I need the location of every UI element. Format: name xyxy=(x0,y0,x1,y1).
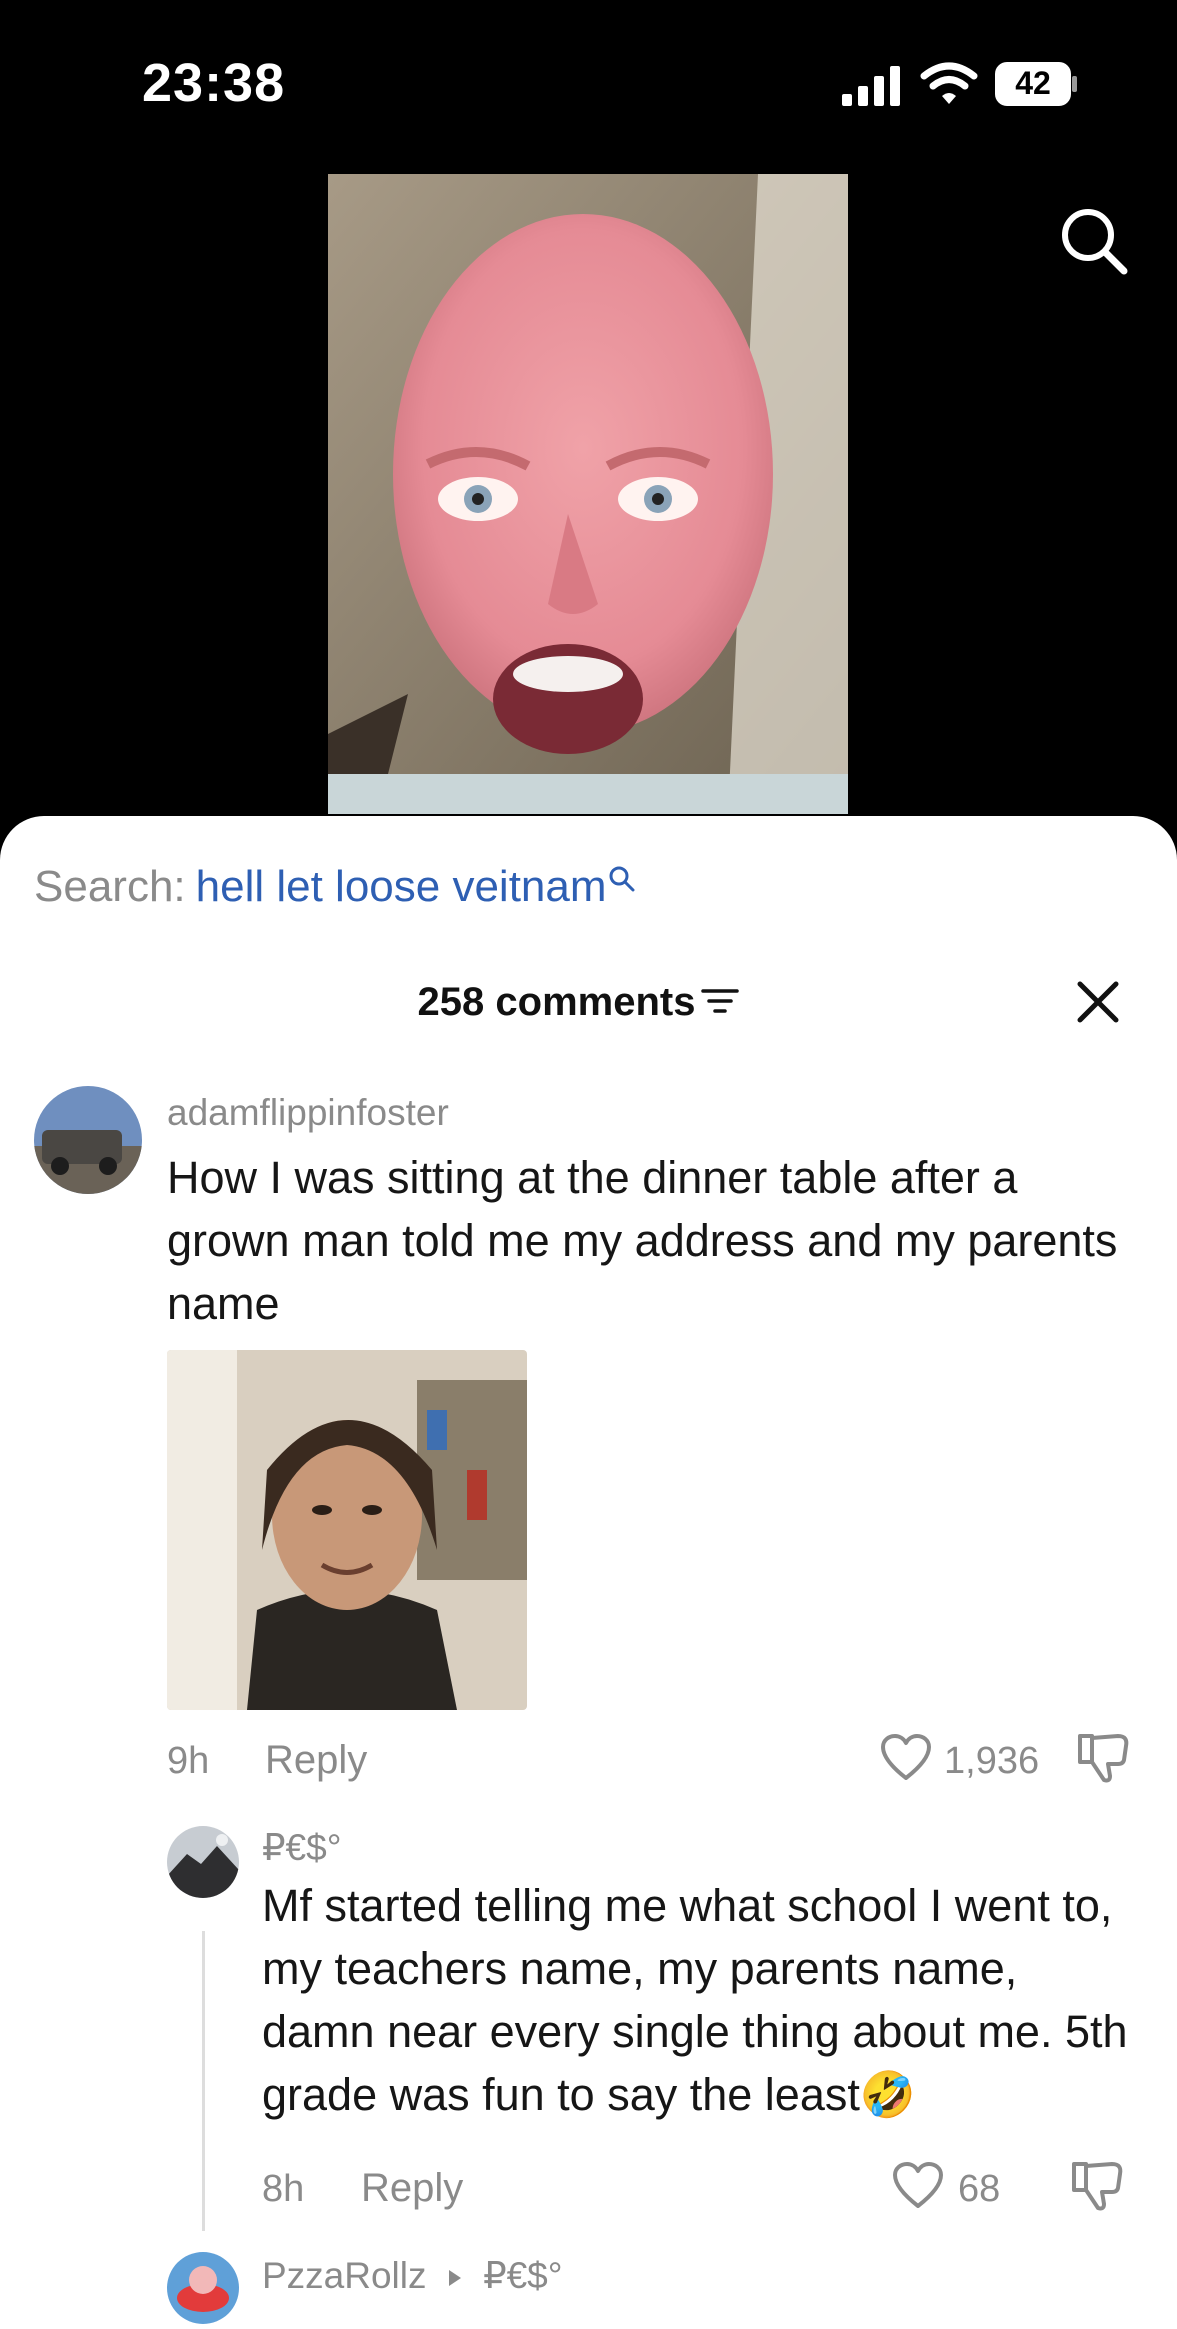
caret-right-icon xyxy=(448,2270,461,2287)
reply-target[interactable]: ₽€$° xyxy=(483,2255,563,2296)
search-icon[interactable] xyxy=(1058,205,1130,277)
comment-username[interactable]: adamflippinfoster xyxy=(167,1092,449,1134)
status-time: 23:38 xyxy=(142,53,286,113)
dislike-icon[interactable] xyxy=(1070,2158,1128,2212)
reply-button[interactable]: Reply xyxy=(265,1738,367,1783)
battery-level: 42 xyxy=(1015,65,1051,101)
heart-icon[interactable] xyxy=(880,1734,932,1782)
avatar[interactable] xyxy=(167,2252,239,2324)
battery-icon: 42 xyxy=(995,62,1079,106)
heart-icon[interactable] xyxy=(892,2162,944,2210)
comment-text: Mf started telling me what school I went… xyxy=(262,1880,1128,2120)
wifi-icon xyxy=(920,62,978,104)
comment-username[interactable]: PzzaRollz ₽€$° xyxy=(262,2254,563,2297)
like-count: 68 xyxy=(958,2168,1001,2210)
search-label: Search: xyxy=(34,862,186,911)
reply-author[interactable]: PzzaRollz xyxy=(262,2255,427,2296)
comment-username[interactable]: ₽€$° xyxy=(262,1826,342,1869)
close-icon[interactable] xyxy=(1074,978,1122,1026)
signal-icon xyxy=(842,66,900,106)
comment-text: How I was sitting at the dinner table af… xyxy=(167,1152,1118,1329)
reply-button[interactable]: Reply xyxy=(361,2166,463,2211)
comment-time: 8h xyxy=(262,2168,305,2210)
comments-count-label: 258 comments xyxy=(417,980,696,1024)
status-bar: 23:38 42 xyxy=(0,0,1177,275)
comment-time: 9h xyxy=(167,1740,210,1782)
search-icon xyxy=(609,866,635,892)
comments-header: 258 comments xyxy=(0,980,1177,1025)
like-count: 1,936 xyxy=(944,1740,1040,1782)
dislike-icon[interactable] xyxy=(1076,1730,1134,1784)
video-frame-image xyxy=(328,174,848,814)
thread-line xyxy=(202,1931,205,2231)
avatar[interactable] xyxy=(34,1086,142,1194)
comment-image[interactable] xyxy=(167,1350,527,1710)
video-player[interactable] xyxy=(328,174,848,814)
search-query-link[interactable]: hell let loose veitnam xyxy=(196,862,607,911)
avatar[interactable] xyxy=(167,1826,239,1898)
search-suggestion[interactable]: Search: hell let loose veitnam xyxy=(34,862,637,912)
filter-icon[interactable] xyxy=(701,986,740,1016)
comments-sheet: Search: hell let loose veitnam 258 commen… xyxy=(0,816,1177,2329)
